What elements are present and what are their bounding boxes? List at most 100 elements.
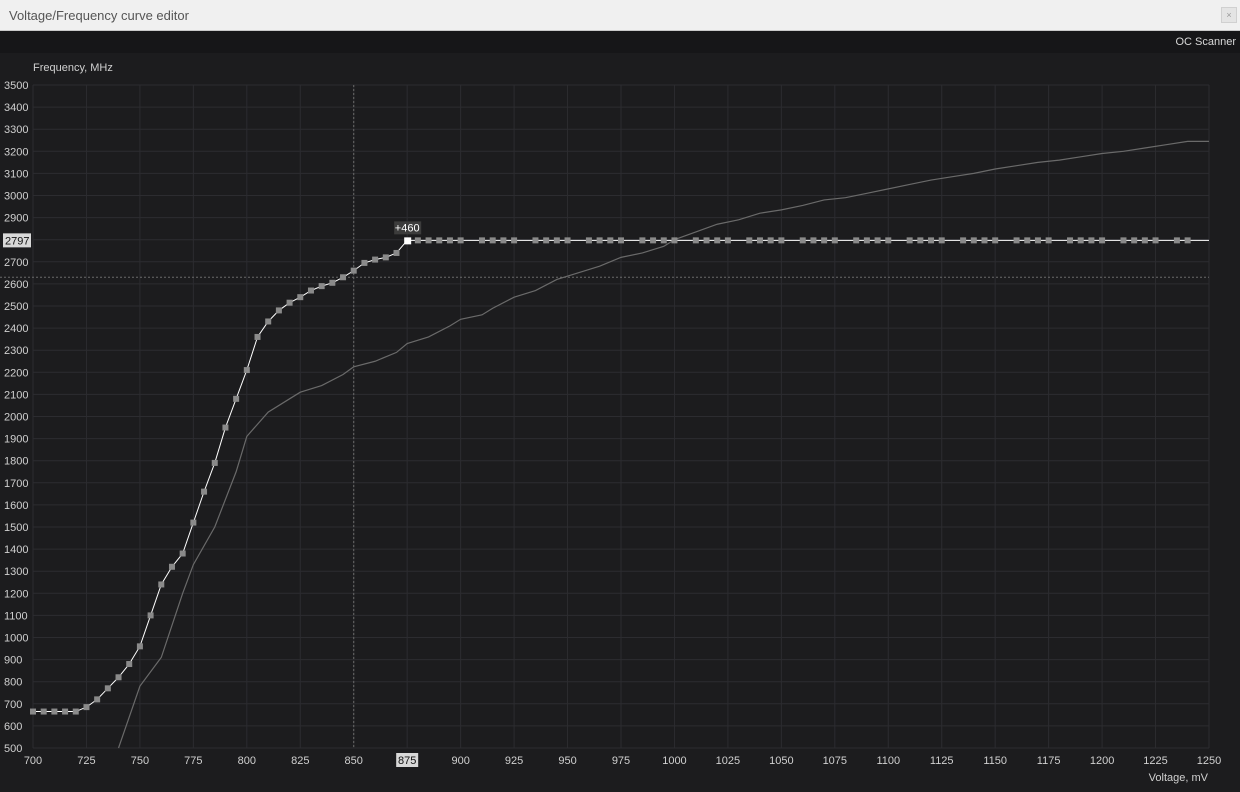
curve-point[interactable] xyxy=(425,237,432,244)
curve-point[interactable] xyxy=(297,294,304,301)
curve-point[interactable] xyxy=(51,708,58,715)
curve-point[interactable] xyxy=(1131,237,1138,244)
curve-point[interactable] xyxy=(243,367,250,374)
curve-point[interactable] xyxy=(778,237,785,244)
curve-point[interactable] xyxy=(981,237,988,244)
curve-point[interactable] xyxy=(1152,237,1159,244)
curve-point[interactable] xyxy=(928,237,935,244)
x-tick-label: 1175 xyxy=(1037,755,1061,767)
curve-point[interactable] xyxy=(500,237,507,244)
curve-point[interactable] xyxy=(62,708,69,715)
curve-point[interactable] xyxy=(960,237,967,244)
curve-point[interactable] xyxy=(1173,237,1180,244)
curve-point[interactable] xyxy=(1088,237,1095,244)
curve-point[interactable] xyxy=(222,424,229,431)
curve-point[interactable] xyxy=(970,237,977,244)
curve-point[interactable] xyxy=(30,708,36,715)
curve-point[interactable] xyxy=(692,237,699,244)
curve-point[interactable] xyxy=(639,237,646,244)
curve-point[interactable] xyxy=(275,307,282,314)
curve-point[interactable] xyxy=(489,237,496,244)
curve-point[interactable] xyxy=(211,459,218,466)
curve-point[interactable] xyxy=(511,237,518,244)
voltage-readout: 875 xyxy=(398,755,416,767)
curve-point[interactable] xyxy=(265,318,272,325)
curve-point[interactable] xyxy=(393,249,400,256)
curve-point[interactable] xyxy=(40,708,47,715)
curve-point[interactable] xyxy=(1077,237,1084,244)
curve-point[interactable] xyxy=(179,550,186,557)
curve-point[interactable] xyxy=(810,237,817,244)
curve-point[interactable] xyxy=(885,237,892,244)
selected-curve-point[interactable] xyxy=(404,237,412,245)
curve-point[interactable] xyxy=(585,237,592,244)
curve-point[interactable] xyxy=(906,237,913,244)
curve-point[interactable] xyxy=(618,237,624,244)
curve-point[interactable] xyxy=(724,237,731,244)
curve-point[interactable] xyxy=(831,237,838,244)
curve-point[interactable] xyxy=(543,237,550,244)
curve-point[interactable] xyxy=(414,237,421,244)
curve-point[interactable] xyxy=(83,704,90,711)
curve-point[interactable] xyxy=(457,237,464,244)
curve-point[interactable] xyxy=(126,661,133,668)
curve-point[interactable] xyxy=(72,708,79,715)
curve-point[interactable] xyxy=(350,267,357,274)
curve-point[interactable] xyxy=(233,395,240,402)
curve-point[interactable] xyxy=(714,237,721,244)
curve-point[interactable] xyxy=(190,519,197,526)
curve-point[interactable] xyxy=(767,237,774,244)
curve-point[interactable] xyxy=(147,612,154,619)
vf-curve-chart[interactable]: 500 600 700 800 900 1000 1100 1200 1300 1400 1500 1… xyxy=(0,0,1240,792)
curve-point[interactable] xyxy=(286,299,293,306)
curve-point[interactable] xyxy=(553,237,560,244)
curve-point[interactable] xyxy=(115,674,122,681)
curve-point[interactable] xyxy=(746,237,753,244)
curve-point[interactable] xyxy=(158,581,165,588)
curve-point[interactable] xyxy=(650,237,657,244)
curve-point[interactable] xyxy=(201,488,208,495)
curve-point[interactable] xyxy=(436,237,443,244)
curve-point[interactable] xyxy=(1120,237,1127,244)
curve-point[interactable] xyxy=(1045,237,1052,244)
curve-point[interactable] xyxy=(104,685,111,692)
curve-point[interactable] xyxy=(479,237,486,244)
curve-point[interactable] xyxy=(938,237,945,244)
curve-point[interactable] xyxy=(136,643,143,650)
y-tick-label: 1400 xyxy=(4,544,28,556)
curve-point[interactable] xyxy=(340,274,347,281)
curve-point[interactable] xyxy=(703,237,710,244)
curve-point[interactable] xyxy=(307,287,314,294)
curve-point[interactable] xyxy=(532,237,539,244)
curve-point[interactable] xyxy=(671,237,678,244)
curve-point[interactable] xyxy=(1099,237,1106,244)
curve-point[interactable] xyxy=(1013,237,1020,244)
curve-point[interactable] xyxy=(1034,237,1041,244)
curve-point[interactable] xyxy=(863,237,870,244)
curve-point[interactable] xyxy=(660,237,667,244)
curve-point[interactable] xyxy=(1184,237,1191,244)
curve-point[interactable] xyxy=(596,237,603,244)
curve-point[interactable] xyxy=(821,237,828,244)
curve-point[interactable] xyxy=(382,254,389,261)
curve-point[interactable] xyxy=(917,237,924,244)
curve-point[interactable] xyxy=(756,237,763,244)
curve-point[interactable] xyxy=(372,256,379,263)
curve-point[interactable] xyxy=(853,237,860,244)
curve-point[interactable] xyxy=(446,237,453,244)
curve-point[interactable] xyxy=(874,237,881,244)
curve-point[interactable] xyxy=(329,279,336,286)
curve-point[interactable] xyxy=(1067,237,1074,244)
curve-point[interactable] xyxy=(94,696,101,703)
curve-point[interactable] xyxy=(318,283,325,290)
curve-point[interactable] xyxy=(254,333,261,340)
curve-point[interactable] xyxy=(799,237,806,244)
curve-point[interactable] xyxy=(607,237,614,244)
curve-point[interactable] xyxy=(992,237,999,244)
curve-point[interactable] xyxy=(1141,237,1148,244)
curve-point[interactable] xyxy=(1024,237,1031,244)
curve-point[interactable] xyxy=(361,259,368,266)
y-tick-label: 500 xyxy=(4,743,22,755)
curve-point[interactable] xyxy=(564,237,571,244)
curve-point[interactable] xyxy=(168,563,175,570)
